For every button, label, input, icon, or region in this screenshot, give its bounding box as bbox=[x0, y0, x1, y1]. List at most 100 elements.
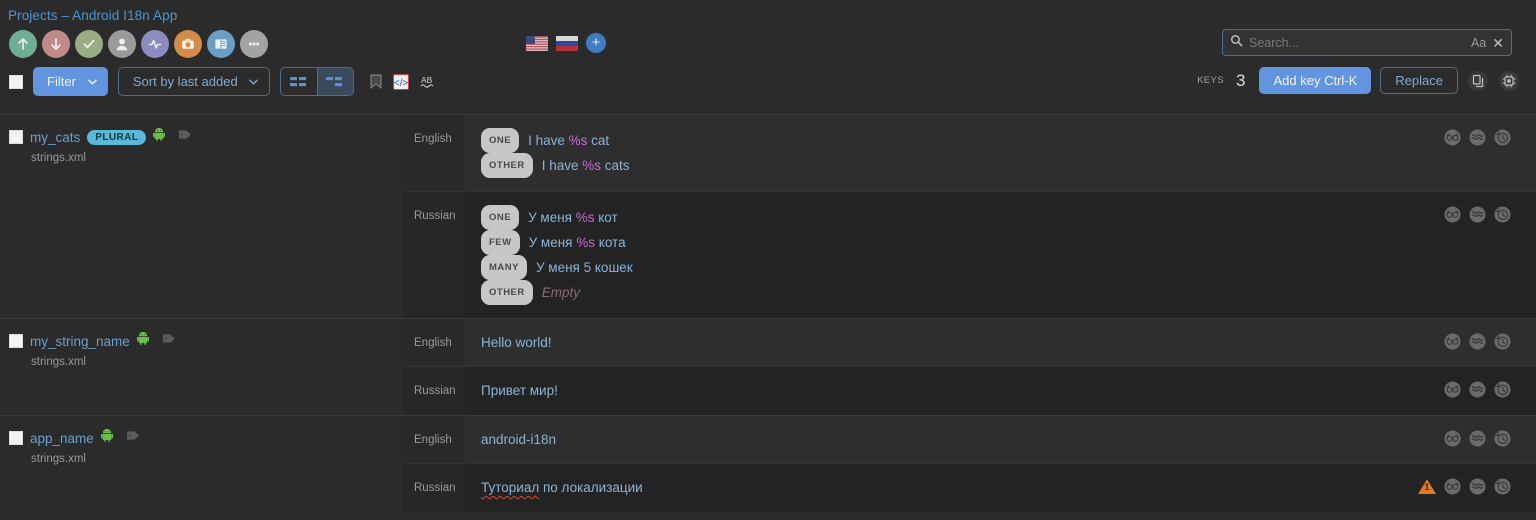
proofread-icon[interactable] bbox=[1443, 429, 1462, 448]
translation-value-line[interactable]: android-i18n bbox=[481, 429, 1443, 450]
history-icon[interactable] bbox=[1493, 205, 1512, 224]
match-case-icon[interactable]: Aa bbox=[1471, 36, 1486, 50]
person-icon[interactable] bbox=[108, 30, 136, 58]
machine-translate-row-icon[interactable] bbox=[1468, 429, 1487, 448]
key-column: app_name strings.xml bbox=[0, 416, 403, 512]
proofread-icon[interactable] bbox=[1443, 332, 1462, 351]
language-flags-bar: + bbox=[526, 33, 606, 53]
bookmark-icon[interactable] bbox=[370, 74, 382, 89]
proofread-icon[interactable] bbox=[1443, 477, 1462, 496]
translation-values[interactable]: Hello world! bbox=[465, 319, 1443, 366]
copy-pages-icon[interactable] bbox=[1467, 70, 1489, 92]
plural-form-tag: ONE bbox=[481, 205, 520, 230]
translations-column: English android-i18n Russian Туториал по ло… bbox=[403, 416, 1536, 512]
translation-row: English Hello world! bbox=[403, 319, 1536, 367]
download-icon[interactable] bbox=[42, 30, 70, 58]
view-mode-toggle bbox=[279, 67, 354, 96]
text-token: У меня bbox=[528, 210, 576, 225]
translation-values[interactable]: ONE I have %s cat OTHER I have %s cats bbox=[465, 115, 1443, 191]
mini-icon-group: </> AB bbox=[370, 73, 437, 90]
text-token: кота bbox=[595, 235, 626, 250]
history-icon[interactable] bbox=[1493, 477, 1512, 496]
text-token: android-i18n bbox=[481, 432, 557, 447]
translation-value-line[interactable]: ONE У меня %s кот bbox=[481, 205, 1443, 230]
key-name[interactable]: app_name bbox=[30, 431, 94, 446]
flag-us-icon[interactable] bbox=[526, 35, 548, 51]
translation-value-line[interactable]: OTHER Empty bbox=[481, 280, 1443, 305]
translation-value-line[interactable]: FEW У меня %s кота bbox=[481, 230, 1443, 255]
machine-translate-row-icon[interactable] bbox=[1468, 477, 1487, 496]
key-name[interactable]: my_cats bbox=[30, 130, 80, 145]
search-box[interactable]: Aa ✕ bbox=[1222, 29, 1512, 56]
replace-button[interactable]: Replace bbox=[1380, 67, 1458, 94]
filter-button[interactable]: Filter bbox=[33, 67, 108, 96]
translations-column: English ONE I have %s cat OTHER I have %s ca… bbox=[403, 115, 1536, 318]
plural-form-tag: ONE bbox=[481, 128, 520, 153]
text-token: I have bbox=[528, 133, 569, 148]
translation-values[interactable]: Туториал по локализации bbox=[465, 464, 1417, 512]
view-mode-list-button[interactable] bbox=[316, 68, 353, 95]
translation-value-line[interactable]: OTHER I have %s cats bbox=[481, 153, 1443, 178]
tag-icon[interactable] bbox=[178, 128, 192, 146]
more-icon[interactable] bbox=[240, 30, 268, 58]
warning-icon[interactable]: 1 bbox=[1417, 477, 1437, 496]
proofread-icon[interactable] bbox=[1443, 128, 1462, 147]
translations-column: English Hello world! Russian Привет мир! bbox=[403, 319, 1536, 415]
placeholder-token: %s bbox=[575, 210, 595, 225]
key-header-line: app_name bbox=[9, 428, 403, 447]
empty-value: Empty bbox=[541, 285, 581, 300]
tag-icon[interactable] bbox=[126, 429, 140, 447]
translation-value-line[interactable]: Привет мир! bbox=[481, 380, 1443, 401]
translation-values[interactable]: Привет мир! bbox=[465, 367, 1443, 415]
text-token: Привет мир! bbox=[481, 383, 558, 398]
code-icon[interactable]: </> bbox=[392, 73, 409, 90]
spellcheck-icon[interactable]: AB bbox=[420, 74, 437, 89]
machine-translate-row-icon[interactable] bbox=[1468, 128, 1487, 147]
key-checkbox[interactable] bbox=[9, 130, 23, 144]
history-icon[interactable] bbox=[1493, 332, 1512, 351]
check-icon[interactable] bbox=[75, 30, 103, 58]
history-icon[interactable] bbox=[1493, 429, 1512, 448]
translation-value-line[interactable]: MANY У меня 5 кошек bbox=[481, 255, 1443, 280]
placeholder-token: %s bbox=[576, 235, 596, 250]
translation-value-line[interactable]: ONE I have %s cat bbox=[481, 128, 1443, 153]
translation-value-line[interactable]: Туториал по локализации bbox=[481, 477, 1417, 498]
machine-translate-row-icon[interactable] bbox=[1468, 205, 1487, 224]
add-language-button[interactable]: + bbox=[586, 33, 606, 53]
translation-row: Russian Туториал по локализации 1 bbox=[403, 464, 1536, 512]
breadcrumb[interactable]: Projects – Android I18n App bbox=[8, 8, 177, 23]
text-token: кот bbox=[594, 210, 618, 225]
clear-search-icon[interactable]: ✕ bbox=[1492, 36, 1504, 50]
machine-translate-row-icon[interactable] bbox=[1468, 332, 1487, 351]
select-all-checkbox[interactable] bbox=[9, 74, 23, 89]
language-label: English bbox=[403, 416, 465, 463]
row-action-group bbox=[1443, 192, 1536, 318]
upload-icon[interactable] bbox=[9, 30, 37, 58]
proofread-icon[interactable] bbox=[1443, 380, 1462, 399]
translation-values[interactable]: android-i18n bbox=[465, 416, 1443, 463]
proofread-icon[interactable] bbox=[1443, 205, 1462, 224]
history-icon[interactable] bbox=[1493, 128, 1512, 147]
glossary-icon[interactable] bbox=[207, 30, 235, 58]
text-token: Hello world! bbox=[481, 335, 552, 350]
machine-translate-row-icon[interactable] bbox=[1468, 380, 1487, 399]
flag-ru-icon[interactable] bbox=[556, 35, 578, 51]
translation-row: English android-i18n bbox=[403, 416, 1536, 464]
activity-icon[interactable] bbox=[141, 30, 169, 58]
key-checkbox[interactable] bbox=[9, 431, 23, 445]
chevron-down-icon bbox=[248, 77, 258, 87]
translation-values[interactable]: ONE У меня %s кот FEW У меня %s кота MANY У м… bbox=[465, 192, 1443, 318]
translation-value-line[interactable]: Hello world! bbox=[481, 332, 1443, 353]
view-mode-grid-button[interactable] bbox=[281, 68, 317, 95]
translation-text: Привет мир! bbox=[481, 380, 558, 401]
sort-button[interactable]: Sort by last added bbox=[117, 67, 270, 96]
key-checkbox[interactable] bbox=[9, 334, 23, 348]
key-name[interactable]: my_string_name bbox=[30, 334, 130, 349]
add-key-button[interactable]: Add key Ctrl-K bbox=[1259, 67, 1372, 94]
key-group: my_string_name strings.xml English Hello wo… bbox=[0, 319, 1536, 416]
camera-icon[interactable] bbox=[174, 30, 202, 58]
history-icon[interactable] bbox=[1493, 380, 1512, 399]
machine-translate-icon[interactable] bbox=[1498, 70, 1520, 92]
search-input[interactable] bbox=[1249, 35, 1465, 50]
tag-icon[interactable] bbox=[162, 332, 176, 350]
